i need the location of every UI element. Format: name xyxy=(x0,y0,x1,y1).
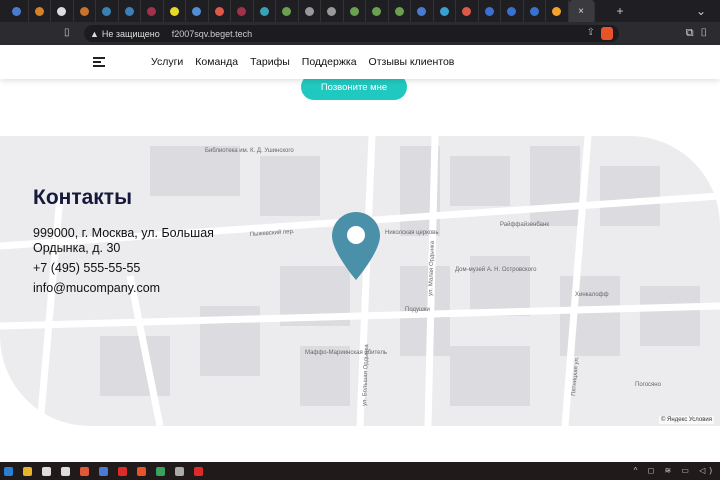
contacts-phone[interactable]: +7 (495) 555-55-55 xyxy=(33,261,273,276)
tab-favicon-icon xyxy=(102,6,112,16)
browser-tab[interactable] xyxy=(119,0,141,22)
nav-reviews[interactable]: Отзывы клиентов xyxy=(369,56,455,68)
taskbar-app-icon[interactable] xyxy=(61,466,70,476)
browser-tab[interactable] xyxy=(479,0,501,22)
os-taskbar: ^ ◻ ≋ ▭ ◁) xyxy=(0,462,720,480)
taskbar-app-icon[interactable] xyxy=(194,466,203,476)
browser-tab[interactable] xyxy=(299,0,321,22)
contacts-block: Контакты 999000, г. Москва, ул. Большая … xyxy=(33,186,273,301)
browser-tab[interactable] xyxy=(501,0,524,22)
browser-tab[interactable] xyxy=(411,0,434,22)
tab-favicon-icon xyxy=(349,6,359,16)
tab-favicon-icon xyxy=(57,6,67,16)
tab-favicon-icon xyxy=(462,6,472,16)
browser-tab-strip: × + ⌄ xyxy=(0,0,720,22)
map-label: Погосяно xyxy=(635,382,662,388)
contacts-email[interactable]: info@mucompany.com xyxy=(33,281,273,296)
security-label[interactable]: Не защищено xyxy=(102,29,160,39)
tab-favicon-icon xyxy=(529,6,539,16)
tab-favicon-icon xyxy=(214,6,224,16)
tab-favicon-icon xyxy=(12,6,22,16)
tab-favicon-icon xyxy=(79,6,89,16)
url-text[interactable]: f2007sqv.beget.tech xyxy=(172,29,252,39)
browser-tab[interactable] xyxy=(524,0,546,22)
address-bar[interactable]: ▲ Не защищено f2007sqv.beget.tech ⇪ xyxy=(84,25,619,42)
browser-tab[interactable] xyxy=(96,0,119,22)
tab-favicon-icon xyxy=(192,6,202,16)
extensions-sidebar-icons[interactable]: ⧉▯ xyxy=(686,27,714,40)
tab-favicon-icon xyxy=(507,6,517,16)
taskbar-app-icon[interactable] xyxy=(156,466,165,476)
tab-favicon-icon xyxy=(394,6,404,16)
browser-tab[interactable] xyxy=(434,0,456,22)
tab-favicon-icon xyxy=(124,6,134,16)
tab-favicon-icon xyxy=(237,6,247,16)
taskbar-app-icon[interactable] xyxy=(137,466,146,476)
browser-tab[interactable] xyxy=(141,0,164,22)
warning-icon: ▲ xyxy=(90,28,99,39)
tab-favicon-icon xyxy=(439,6,449,16)
taskbar-app-icon[interactable] xyxy=(118,466,127,476)
browser-tab[interactable] xyxy=(164,0,186,22)
tab-search-button[interactable]: ⌄ xyxy=(696,4,706,18)
taskbar-app-icon[interactable] xyxy=(42,466,51,476)
nav-services[interactable]: Услуги xyxy=(151,56,183,68)
taskbar-app-icon[interactable] xyxy=(23,466,32,476)
tab-favicon-icon xyxy=(484,6,494,16)
taskbar-app-icon[interactable] xyxy=(4,466,13,476)
site-header: Услуги Команда Тарифы Поддержка Отзывы к… xyxy=(0,45,720,79)
bookmark-icon[interactable]: ▯ xyxy=(64,27,70,38)
taskbar-app-icon[interactable] xyxy=(80,466,89,476)
brave-shields-icon[interactable] xyxy=(601,27,613,40)
hamburger-menu-icon[interactable] xyxy=(93,57,105,67)
tab-favicon-icon xyxy=(304,6,314,16)
browser-tab[interactable] xyxy=(209,0,231,22)
map-pin-icon[interactable] xyxy=(332,212,380,280)
contacts-address: 999000, г. Москва, ул. Большая Ордынка, … xyxy=(33,226,214,255)
share-icon[interactable]: ⇪ xyxy=(587,27,595,38)
browser-tab[interactable] xyxy=(276,0,299,22)
tab-favicon-icon xyxy=(34,6,44,16)
tab-favicon-icon xyxy=(259,6,269,16)
browser-tab[interactable] xyxy=(389,0,411,22)
browser-tab[interactable] xyxy=(186,0,209,22)
tab-favicon-icon xyxy=(372,6,382,16)
browser-tab[interactable] xyxy=(51,0,74,22)
browser-tab[interactable] xyxy=(6,0,29,22)
map-copyright[interactable]: © Яндекс Условия xyxy=(658,416,714,424)
tab-favicon-icon xyxy=(417,6,427,16)
contacts-title: Контакты xyxy=(33,186,133,209)
browser-tab[interactable] xyxy=(29,0,51,22)
nav-team[interactable]: Команда xyxy=(195,56,238,68)
map-label: Николская церковь xyxy=(385,230,438,236)
map-label: Подушки xyxy=(405,307,430,313)
tab-favicon-icon xyxy=(169,6,179,16)
browser-tab[interactable] xyxy=(456,0,479,22)
tab-favicon-icon xyxy=(552,6,562,16)
taskbar-app-icon[interactable] xyxy=(99,466,108,476)
map-label: Маффо-Мариинская обитель xyxy=(305,350,387,356)
browser-tab[interactable] xyxy=(321,0,344,22)
taskbar-app-icon[interactable] xyxy=(175,466,184,476)
map-label: Дом-музей А. Н. Островского xyxy=(455,266,537,273)
tab-favicon-icon xyxy=(282,6,292,16)
new-tab-button[interactable]: + xyxy=(617,4,624,18)
nav-pricing[interactable]: Тарифы xyxy=(250,56,290,68)
map-label: Райффайзенбанк xyxy=(500,221,549,228)
browser-tab[interactable] xyxy=(344,0,366,22)
tab-favicon-icon xyxy=(147,6,157,16)
system-tray[interactable]: ^ ◻ ≋ ▭ ◁) xyxy=(634,466,716,475)
map-label: Библиотека им. К. Д. Ушинского xyxy=(205,148,294,154)
browser-tab[interactable] xyxy=(366,0,389,22)
address-bar-row: ▯ ▲ Не защищено f2007sqv.beget.tech ⇪ ⧉▯ xyxy=(0,22,720,45)
browser-tab[interactable] xyxy=(546,0,569,22)
main-nav: Услуги Команда Тарифы Поддержка Отзывы к… xyxy=(151,56,454,68)
active-tab-close-button[interactable]: × xyxy=(568,0,595,22)
browser-tab[interactable] xyxy=(231,0,254,22)
nav-support[interactable]: Поддержка xyxy=(302,56,357,68)
map-label: Хинкалофф xyxy=(575,292,609,298)
browser-tab[interactable] xyxy=(254,0,276,22)
browser-tab[interactable] xyxy=(74,0,96,22)
tab-favicon-icon xyxy=(327,6,337,16)
